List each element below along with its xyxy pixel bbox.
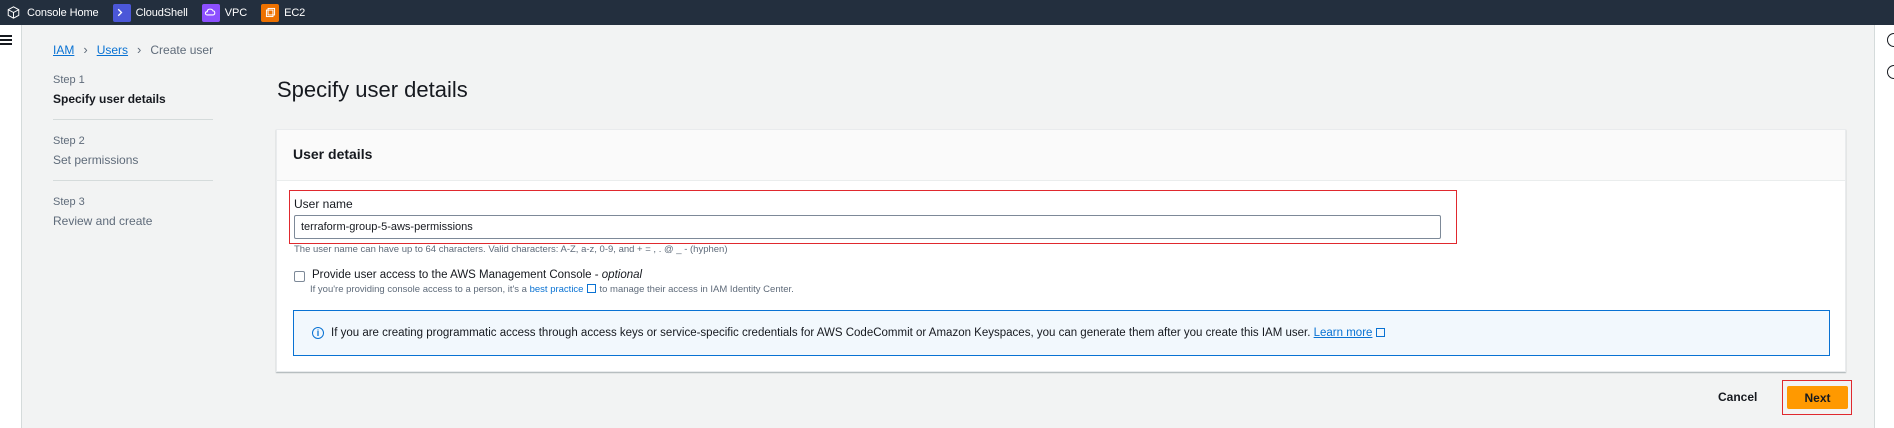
step-number: Step 1 (53, 74, 85, 86)
favorite-label: Console Home (27, 6, 99, 19)
cancel-button[interactable]: Cancel (1718, 390, 1757, 404)
top-navigation-bar: Console Home CloudShell VPC EC2 (0, 0, 1894, 25)
terminal-icon (112, 3, 131, 22)
username-label: User name (294, 197, 353, 211)
step-number: Step 3 (53, 196, 85, 208)
info-panel-icon[interactable] (1887, 33, 1894, 47)
external-link-icon (1376, 328, 1386, 337)
step-number: Step 2 (53, 135, 85, 147)
wizard-step-1[interactable]: Step 1 Specify user details (53, 74, 213, 120)
favorite-label: EC2 (284, 6, 306, 19)
next-button[interactable]: Next (1787, 386, 1848, 409)
chevron-right-icon: › (83, 42, 88, 57)
step-name: Review and create (53, 214, 153, 228)
console-access-description: If you're providing console access to a … (310, 284, 794, 295)
wizard-step-3: Step 3 Review and create (53, 196, 213, 241)
favorite-label: VPC (224, 6, 248, 19)
info-alert: i If you are creating programmatic acces… (293, 310, 1830, 356)
breadcrumb-current: Create user (150, 42, 214, 57)
next-button-highlight: Next (1782, 380, 1852, 415)
learn-more-link[interactable]: Learn more (1314, 327, 1373, 339)
favorite-console-home[interactable]: Console Home (4, 4, 99, 22)
favorite-label: CloudShell (135, 6, 188, 19)
username-field-group: User name (289, 190, 1457, 244)
favorite-ec2[interactable]: EC2 (261, 3, 306, 22)
cube-icon (4, 4, 22, 22)
console-access-label[interactable]: Provide user access to the AWS Managemen… (312, 269, 642, 281)
console-access-option: Provide user access to the AWS Managemen… (294, 269, 642, 282)
favorite-cloudshell[interactable]: CloudShell (112, 3, 188, 22)
step-name: Specify user details (53, 92, 166, 106)
breadcrumb: IAM › Users › Create user (53, 42, 213, 57)
optional-label: optional (601, 269, 643, 281)
panel-header: User details (277, 130, 1845, 181)
settings-panel-icon[interactable] (1887, 65, 1894, 79)
step-name: Set permissions (53, 153, 139, 167)
wizard-step-2: Step 2 Set permissions (53, 135, 213, 181)
username-input[interactable] (294, 215, 1441, 239)
vpc-icon (201, 3, 220, 22)
console-access-checkbox[interactable] (294, 271, 305, 282)
chevron-right-icon: › (137, 42, 142, 57)
panel-title: User details (293, 146, 373, 162)
info-alert-text: If you are creating programmatic access … (331, 327, 1388, 339)
right-side-rail (1874, 25, 1894, 428)
favorite-vpc[interactable]: VPC (201, 3, 248, 22)
best-practice-link[interactable]: best practice (530, 284, 584, 295)
external-link-icon (587, 284, 597, 293)
wizard-steps: Step 1 Specify user details Step 2 Set p… (53, 74, 213, 256)
breadcrumb-link-users[interactable]: Users (97, 43, 128, 57)
user-details-panel: User details User name The user name can… (276, 129, 1846, 372)
left-side-rail (0, 25, 22, 428)
username-constraint-hint: The user name can have up to 64 characte… (294, 244, 728, 255)
breadcrumb-link-iam[interactable]: IAM (53, 43, 74, 57)
ec2-icon (261, 3, 280, 22)
page-title: Specify user details (277, 77, 468, 102)
menu-icon[interactable] (0, 35, 12, 45)
info-icon: i (312, 327, 324, 339)
